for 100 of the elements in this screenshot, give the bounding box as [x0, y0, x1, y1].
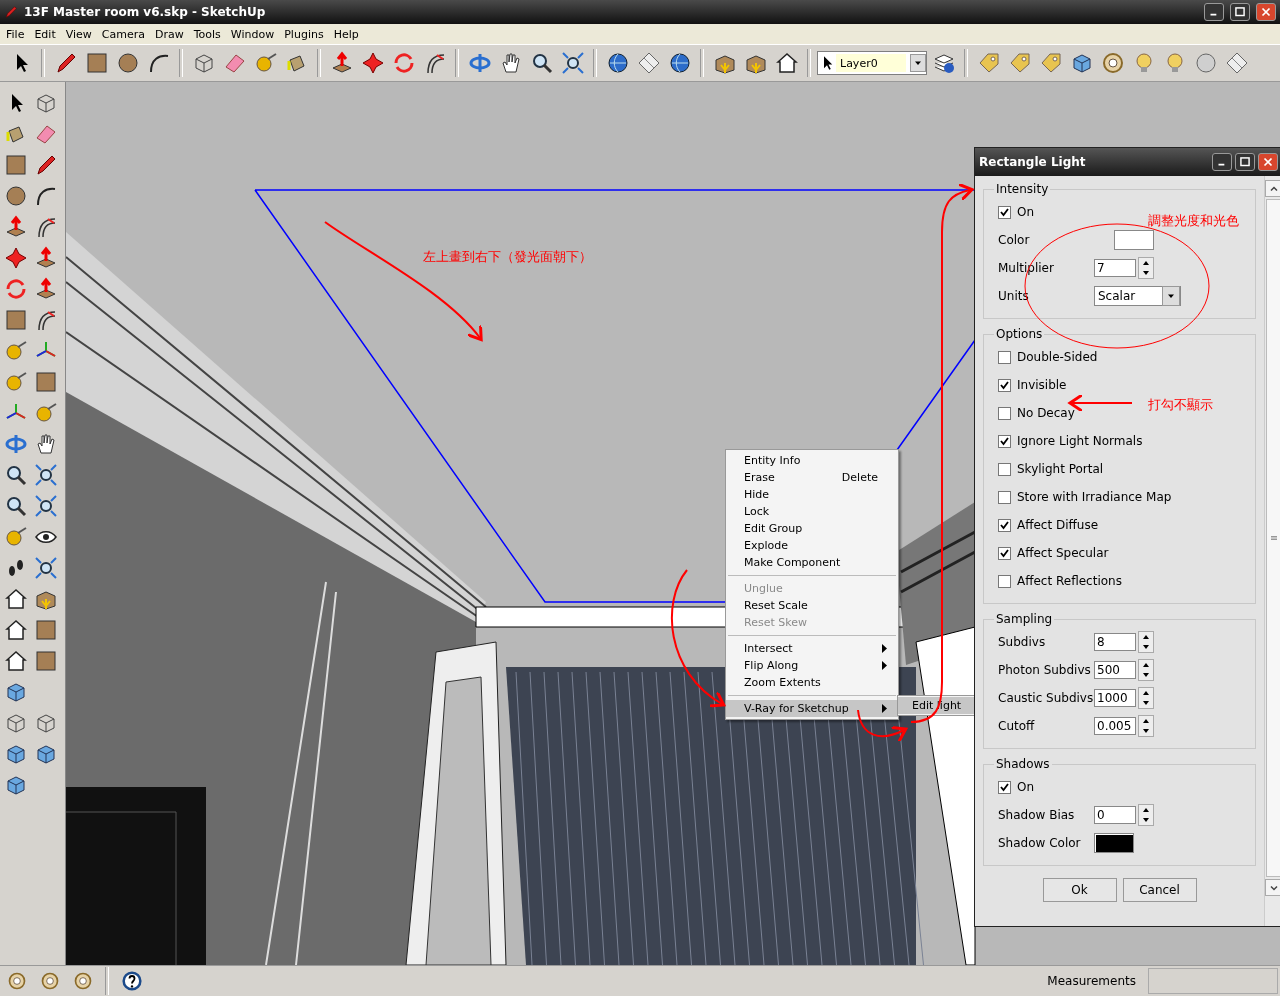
house-icon[interactable] — [3, 617, 28, 642]
context-menu-item[interactable]: Reset Scale — [726, 597, 898, 614]
checkbox[interactable] — [998, 574, 1011, 588]
sphere-icon[interactable] — [1193, 51, 1218, 75]
field-label: Color — [998, 233, 1031, 247]
field-label: Photon Subdivs — [998, 663, 1092, 677]
menu-item[interactable]: Edit — [30, 24, 62, 44]
menu-item[interactable]: Plugins — [280, 24, 330, 44]
checkbox[interactable] — [998, 518, 1011, 532]
number-field[interactable]: 500 — [1094, 661, 1136, 679]
color-swatch[interactable] — [1094, 833, 1134, 853]
checkbox[interactable] — [998, 490, 1011, 504]
tape-measure-icon[interactable] — [33, 400, 58, 425]
annotation-text: 左上畫到右下（發光面朝下） — [423, 248, 592, 266]
rectangle-icon[interactable] — [3, 152, 28, 177]
circle-icon[interactable] — [115, 51, 140, 75]
globe-icon[interactable] — [667, 51, 692, 75]
checkbox[interactable] — [998, 350, 1011, 364]
color-swatch[interactable] — [1114, 230, 1154, 250]
units-dropdown[interactable]: Scalar — [1094, 286, 1181, 306]
plane-icon[interactable] — [636, 51, 661, 75]
context-menu-item[interactable]: Make Component — [726, 554, 898, 571]
move-arrows-icon[interactable] — [3, 245, 28, 270]
move-arrows-icon[interactable] — [360, 51, 385, 75]
menu-item[interactable]: Help — [329, 24, 365, 44]
spin-buttons[interactable] — [1138, 257, 1154, 279]
checkbox[interactable] — [998, 434, 1011, 448]
context-menu-item[interactable]: Erase Delete — [726, 469, 898, 486]
checkbox[interactable] — [998, 205, 1011, 219]
layer-field[interactable]: Layer0 — [836, 54, 906, 72]
checkbox-label: On — [1017, 780, 1035, 794]
layer-dropdown[interactable]: Layer0 — [817, 51, 927, 75]
rectangle-icon[interactable] — [84, 51, 109, 75]
context-menu-item[interactable]: Intersect — [726, 640, 898, 657]
context-menu-item[interactable]: V-Ray for Sketchup — [726, 700, 898, 717]
tape-measure-icon[interactable] — [253, 51, 278, 75]
menu-item[interactable]: Window — [226, 24, 281, 44]
tape-measure-icon[interactable] — [3, 524, 28, 549]
orbit-icon[interactable] — [467, 51, 492, 75]
checkbox[interactable] — [998, 546, 1011, 560]
checkbox[interactable] — [998, 462, 1011, 476]
checkbox[interactable] — [998, 780, 1011, 794]
menu-item[interactable]: Camera — [97, 24, 151, 44]
spin-buttons[interactable] — [1138, 687, 1154, 709]
spin-buttons[interactable] — [1138, 659, 1154, 681]
checkbox-label: Affect Specular — [1017, 546, 1109, 560]
house-icon[interactable] — [774, 51, 799, 75]
checkbox[interactable] — [998, 406, 1011, 420]
number-field[interactable]: 0 — [1094, 806, 1136, 824]
menu-item[interactable]: Tools — [189, 24, 227, 44]
context-menu-item[interactable]: Flip Along — [726, 657, 898, 674]
spin-buttons[interactable] — [1138, 631, 1154, 653]
dropdown-button[interactable] — [1162, 286, 1180, 306]
globe-icon[interactable] — [605, 51, 630, 75]
ring-icon[interactable] — [1100, 51, 1125, 75]
section-title: Shadows — [995, 757, 1051, 771]
tape-measure-icon[interactable] — [3, 338, 28, 363]
menu-item[interactable]: Draw — [151, 24, 190, 44]
zoom-extents-icon[interactable] — [33, 555, 58, 580]
checkbox[interactable] — [998, 378, 1011, 392]
checkbox-label: No Decay — [1017, 406, 1075, 420]
window-title: 13F Master room v6.skp - SketchUp — [24, 5, 267, 19]
context-menu-item[interactable]: Zoom Extents — [726, 674, 898, 691]
scroll-thumb[interactable] — [1266, 199, 1280, 877]
help-icon[interactable] — [121, 971, 142, 991]
menu-item[interactable]: View — [61, 24, 98, 44]
checkbox-label: Skylight Portal — [1017, 462, 1104, 476]
rectangle-icon[interactable] — [33, 617, 58, 642]
house-icon[interactable] — [3, 648, 28, 673]
context-menu-item[interactable]: Lock — [726, 503, 898, 520]
zoom-extents-icon[interactable] — [33, 462, 58, 487]
context-menu-item[interactable]: Edit Group — [726, 520, 898, 537]
scrollbar[interactable] — [1264, 176, 1280, 926]
measurements-field[interactable] — [1148, 968, 1278, 994]
rectangle-icon[interactable] — [3, 307, 28, 332]
section-title: Options — [995, 327, 1044, 341]
dialog-button[interactable]: Cancel — [1122, 878, 1197, 902]
tape-measure-icon[interactable] — [3, 369, 28, 394]
spin-buttons[interactable] — [1138, 804, 1154, 826]
spin-buttons[interactable] — [1138, 715, 1154, 737]
plane-icon[interactable] — [1224, 51, 1249, 75]
dialog-title: Rectangle Light — [979, 155, 1087, 169]
number-field[interactable]: 8 — [1094, 633, 1136, 651]
ring-icon[interactable] — [72, 971, 93, 991]
context-menu-item[interactable]: Explode — [726, 537, 898, 554]
zoom-extents-icon[interactable] — [33, 493, 58, 518]
ring-icon[interactable] — [6, 971, 27, 991]
context-menu-item[interactable]: Entity Info — [726, 452, 898, 469]
context-menu-item[interactable]: Hide — [726, 486, 898, 503]
number-field[interactable]: 1000 — [1094, 689, 1136, 707]
circle-icon[interactable] — [3, 183, 28, 208]
number-field[interactable]: 7 — [1094, 259, 1136, 277]
rectangle-icon[interactable] — [33, 648, 58, 673]
menu-item[interactable]: File — [2, 24, 31, 44]
number-field[interactable]: 0.005 — [1094, 717, 1136, 735]
rectangle-icon[interactable] — [33, 369, 58, 394]
ring-icon[interactable] — [39, 971, 60, 991]
zoom-extents-icon[interactable] — [560, 51, 585, 75]
house-icon[interactable] — [3, 586, 28, 611]
dialog-button[interactable]: Ok — [1042, 878, 1117, 902]
